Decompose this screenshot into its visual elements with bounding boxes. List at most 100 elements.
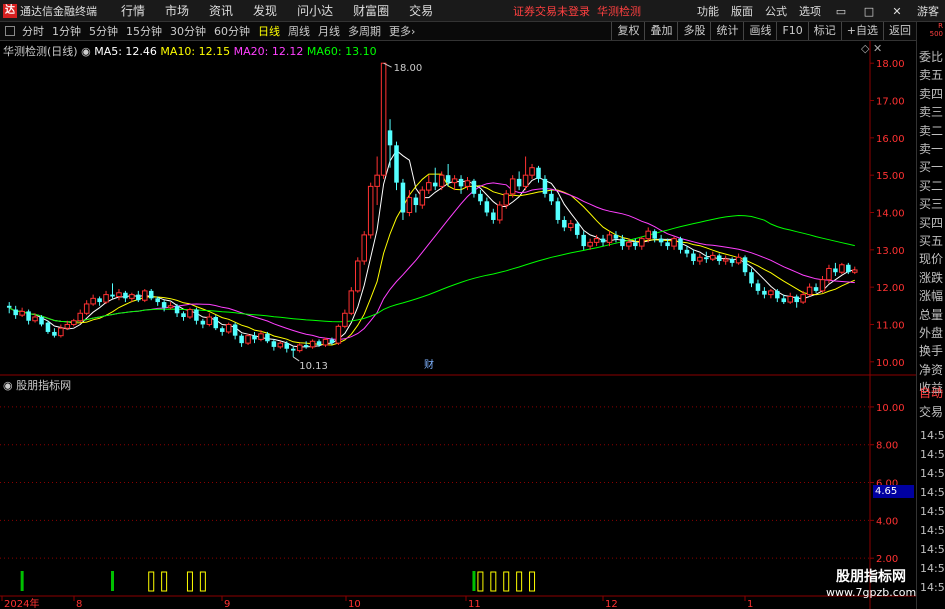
menu-jiaoyi[interactable]: 交易 (409, 2, 433, 19)
menu-hangqing[interactable]: 行情 (121, 2, 145, 19)
candle-down (716, 255, 722, 262)
period-5min[interactable]: 5分钟 (89, 23, 118, 39)
candle-up (296, 344, 303, 352)
watermark-title: 股朋指标网 (836, 569, 906, 585)
candle-down (749, 272, 754, 284)
sidebar-item[interactable]: 涨跌 (919, 269, 943, 286)
f10-button[interactable]: F10 (776, 22, 807, 40)
candle-up (419, 189, 426, 206)
menu-xuanxiang[interactable]: 选项 (799, 3, 821, 19)
period-fenshi[interactable]: 分时 (22, 23, 44, 39)
candle-down (562, 219, 567, 228)
period-more[interactable]: 更多› (389, 23, 415, 39)
candle-up (826, 267, 832, 281)
settings-icon[interactable]: ◉ (81, 45, 91, 58)
biaoji-button[interactable]: 标记 (807, 22, 841, 40)
diamond-icon[interactable]: ◇ (861, 42, 869, 55)
candle-up (380, 62, 387, 176)
sidebar-item[interactable]: 买四 (919, 214, 943, 231)
kline-chart[interactable]: 18.0017.0016.0015.0014.0013.0012.0011.00… (0, 41, 916, 609)
candle-up (187, 309, 193, 318)
sidebar-item[interactable]: 卖五 (919, 66, 943, 83)
x-tick-label: 1 (747, 599, 753, 609)
menu-faxian[interactable]: 发现 (253, 2, 277, 19)
candle-up (503, 193, 509, 206)
x-icon[interactable]: ✕ (873, 42, 882, 55)
close-icon[interactable]: ✕ (889, 5, 905, 18)
sidebar-item[interactable]: 换手 (919, 342, 943, 359)
restore-icon[interactable]: □ (861, 5, 877, 18)
tick-time: 14:56 (920, 448, 945, 461)
sidebar-item[interactable]: 总量 (919, 306, 943, 323)
period-15min[interactable]: 15分钟 (126, 23, 162, 39)
candle-up (787, 295, 793, 303)
sidebar-item[interactable]: 卖四 (919, 85, 943, 102)
sidebar-item[interactable]: 买三 (919, 195, 943, 212)
candle-up (348, 290, 355, 314)
duogu-button[interactable]: 多股 (677, 22, 710, 40)
candle-up (671, 238, 677, 247)
guest-label[interactable]: 游客 (917, 3, 939, 19)
period-60min[interactable]: 60分钟 (214, 23, 250, 39)
candle-up (245, 335, 251, 344)
minimize-icon[interactable]: ▭ (833, 5, 849, 18)
diejia-button[interactable]: 叠加 (644, 22, 677, 40)
candle-up (116, 292, 122, 297)
candle-up (426, 182, 432, 191)
candle-down (194, 309, 199, 321)
sidebar-item[interactable]: 卖二 (919, 122, 943, 139)
sidebar-item[interactable]: 涨幅 (919, 287, 943, 304)
menu-banmian[interactable]: 版面 (731, 3, 753, 19)
login-warning[interactable]: 证券交易未登录 华测检测 (513, 3, 641, 19)
candle-down (652, 231, 657, 239)
huaxian-button[interactable]: 画线 (743, 22, 776, 40)
sidebar-item[interactable]: 净资 (919, 361, 943, 378)
sub-indicator-label[interactable]: 股朋指标网 (16, 379, 71, 392)
period-multi[interactable]: 多周期 (348, 23, 381, 39)
candle-down (536, 167, 541, 179)
watermark: 股朋指标网 www.7gpzb.com (826, 566, 916, 599)
sub-bar-yellow (148, 571, 155, 592)
menu-wenxiaoda[interactable]: 问小达 (297, 2, 333, 19)
sidebar-trade[interactable]: 交易 (919, 403, 943, 420)
menu-zixun[interactable]: 资讯 (209, 2, 233, 19)
candle-down (600, 238, 606, 243)
back-button[interactable]: 返回 (883, 22, 916, 40)
candle-up (406, 197, 413, 213)
chart-expand-icons[interactable]: ◇ ✕ (861, 42, 882, 55)
sub-settings-icon[interactable]: ◉ (3, 379, 13, 392)
candle-down (123, 292, 128, 299)
sidebar-item[interactable]: 外盘 (919, 324, 943, 341)
sidebar-item[interactable]: 买五 (919, 232, 943, 249)
period-1min[interactable]: 1分钟 (52, 23, 81, 39)
add-watchlist-button[interactable]: +自选 (840, 22, 883, 40)
ma20-label: MA20: 12.12 (233, 45, 304, 58)
menu-gongshi[interactable]: 公式 (765, 3, 787, 19)
fuquan-button[interactable]: 复权 (611, 22, 644, 40)
sub-bar-yellow (529, 571, 536, 592)
candle-down (755, 283, 761, 291)
period-30min[interactable]: 30分钟 (170, 23, 206, 39)
menu-shichang[interactable]: 市场 (165, 2, 189, 19)
checkbox-icon[interactable] (5, 26, 15, 36)
menu-gongneng[interactable]: 功能 (697, 3, 719, 19)
tongji-button[interactable]: 统计 (710, 22, 743, 40)
sidebar-item[interactable]: 买二 (919, 177, 943, 194)
sidebar-auto[interactable]: 自动 (919, 384, 943, 401)
candle-down (252, 335, 257, 340)
period-monthly[interactable]: 月线 (318, 23, 340, 39)
sidebar-item[interactable]: 卖一 (919, 140, 943, 157)
sidebar-badge[interactable]: R 500 (930, 22, 943, 38)
y-tick-label: 14.00 (876, 209, 905, 220)
finance-marker[interactable]: 财 (424, 358, 434, 371)
period-daily[interactable]: 日线 (258, 23, 280, 39)
sidebar-item[interactable]: 卖三 (919, 103, 943, 120)
sidebar-item[interactable]: 委比 (919, 48, 943, 65)
sub-bar-yellow (503, 571, 510, 592)
sidebar-item[interactable]: 现价 (919, 250, 943, 267)
sidebar-item[interactable]: 买一 (919, 158, 943, 175)
stock-label[interactable]: 华测检测(日线) (3, 45, 78, 58)
period-weekly[interactable]: 周线 (288, 23, 310, 39)
menu-caifuquan[interactable]: 财富圈 (353, 2, 389, 19)
candle-up (639, 238, 645, 247)
